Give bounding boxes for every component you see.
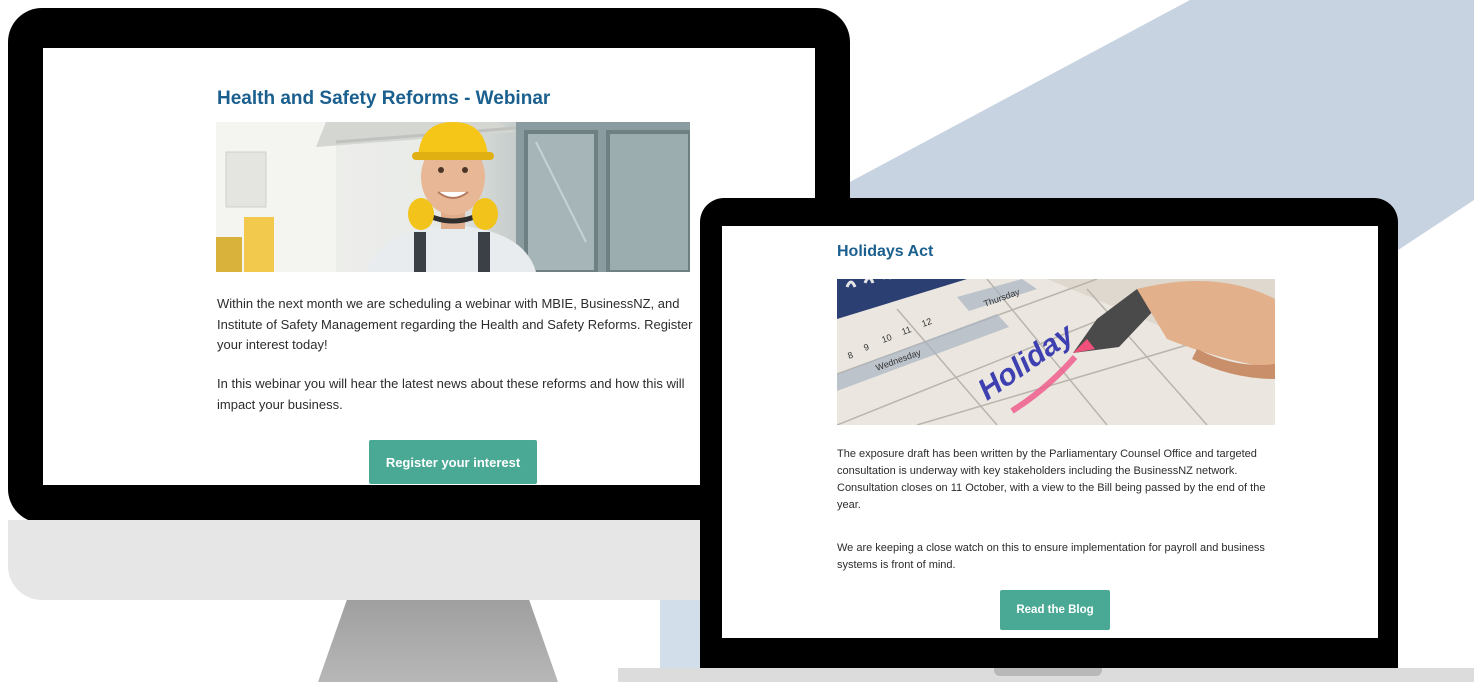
holidays-paragraph-1: The exposure draft has been written by t… <box>837 448 1266 511</box>
webinar-paragraph-2: In this webinar you will hear the latest… <box>217 376 685 412</box>
laptop: Holidays Act 8 9 10 11 12 Wednesday Thur… <box>700 198 1398 668</box>
calendar-hero-image: 8 9 10 11 12 Wednesday Thursday Holiday <box>837 279 1275 425</box>
register-interest-button[interactable]: Register your interest <box>369 440 537 484</box>
holidays-paragraph-2: We are keeping a close watch on this to … <box>837 542 1265 571</box>
worker-hero-image <box>216 122 690 272</box>
read-blog-button[interactable]: Read the Blog <box>1000 590 1110 630</box>
webinar-paragraph-1: Within the next month we are scheduling … <box>217 296 693 352</box>
holidays-act-title: Holidays Act <box>837 243 934 260</box>
monitor-stand <box>318 600 558 682</box>
laptop-notch <box>994 668 1102 676</box>
laptop-screen: Holidays Act 8 9 10 11 12 Wednesday Thur… <box>722 226 1378 638</box>
webinar-title: Health and Safety Reforms - Webinar <box>217 88 551 109</box>
